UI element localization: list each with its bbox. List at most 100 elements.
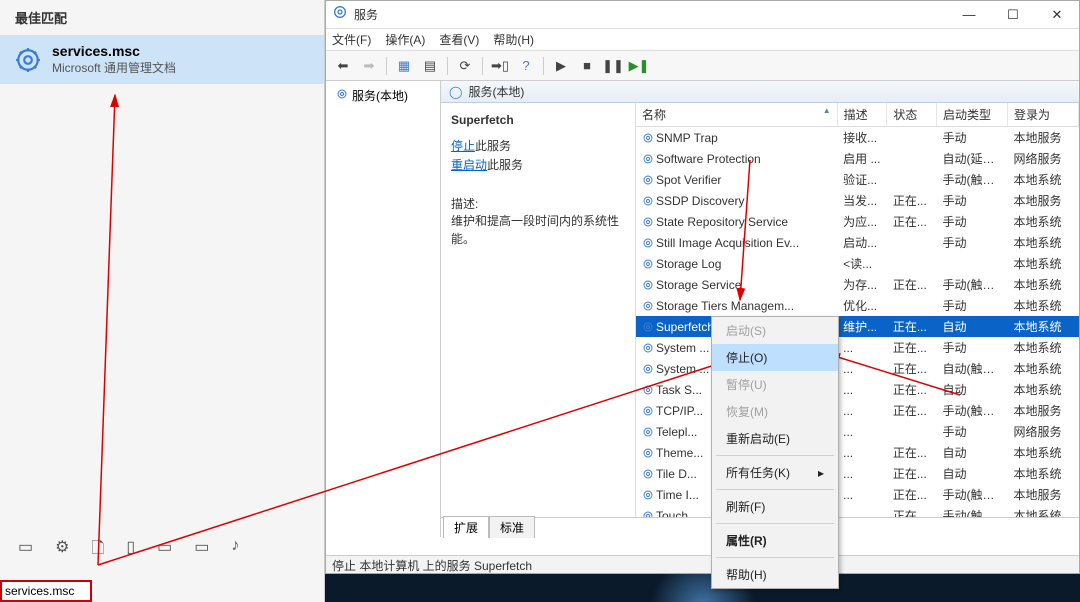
result-title: services.msc (52, 43, 176, 59)
table-row[interactable]: Storage Log<读...本地系统 (636, 253, 1079, 274)
tab-standard[interactable]: 标准 (489, 516, 535, 538)
export-button[interactable]: ➡▯ (489, 55, 511, 77)
statusbar: 停止 本地计算机 上的服务 Superfetch (326, 555, 1079, 573)
help-button[interactable]: ? (515, 55, 537, 77)
settings-icon[interactable]: ⚙ (55, 537, 69, 564)
service-gear-icon (642, 237, 654, 249)
service-gear-icon (642, 216, 654, 228)
window-title: 服务 (354, 6, 947, 23)
stop-button[interactable]: ■ (576, 55, 598, 77)
detail-header: ◯ 服务(本地) (441, 81, 1079, 103)
web-icon[interactable]: ▭ (157, 537, 172, 564)
menu-action[interactable]: 操作(A) (385, 31, 425, 48)
music-icon[interactable]: ♪ (231, 537, 239, 564)
submenu-arrow-icon: ▸ (818, 466, 824, 480)
service-gear-icon (642, 195, 654, 207)
col-desc[interactable]: 描述 (837, 103, 887, 127)
forward-button[interactable]: ➡ (358, 55, 380, 77)
restart-link[interactable]: 重启动 (451, 158, 487, 172)
ctx-refresh[interactable]: 刷新(F) (712, 493, 838, 520)
col-startup[interactable]: 启动类型 (937, 103, 1008, 127)
tree-pane: 服务(本地) (326, 81, 441, 537)
table-row[interactable]: Telepl......手动网络服务 (636, 421, 1079, 442)
service-gear-icon (642, 447, 654, 459)
menubar: 文件(F) 操作(A) 查看(V) 帮助(H) (326, 29, 1079, 51)
service-gear-icon (642, 153, 654, 165)
video-icon[interactable]: ▭ (194, 537, 209, 564)
service-gear-icon (642, 279, 654, 291)
result-text-group: services.msc Microsoft 通用管理文档 (52, 43, 176, 76)
refresh-button[interactable]: ⟳ (454, 55, 476, 77)
ctx-all-tasks-label: 所有任务(K) (726, 464, 790, 481)
search-box[interactable] (0, 580, 92, 602)
col-name[interactable]: 名称 (636, 103, 837, 127)
table-row[interactable]: Theme......正在...自动本地系统 (636, 442, 1079, 463)
services-table[interactable]: 名称 描述 状态 启动类型 登录为 SNMP Trap接收...手动本地服务So… (636, 103, 1079, 517)
service-gear-icon (642, 363, 654, 375)
table-row[interactable]: Storage Tiers Managem...优化...手动本地系统 (636, 295, 1079, 316)
tree-services-local[interactable]: 服务(本地) (332, 85, 434, 106)
table-row[interactable]: Touch......正在...手动(触发...本地系统 (636, 505, 1079, 517)
menu-file[interactable]: 文件(F) (332, 31, 371, 48)
table-row[interactable]: SSDP Discovery当发...正在...手动本地服务 (636, 190, 1079, 211)
table-row[interactable]: Time I......正在...手动(触发...本地服务 (636, 484, 1079, 505)
service-gear-icon (642, 468, 654, 480)
table-row[interactable]: System ......正在...自动(触发...本地系统 (636, 358, 1079, 379)
table-row[interactable]: Spot Verifier验证...手动(触发...本地系统 (636, 169, 1079, 190)
ctx-restart[interactable]: 重新启动(E) (712, 425, 838, 452)
service-gear-icon (642, 258, 654, 270)
search-result-services-msc[interactable]: services.msc Microsoft 通用管理文档 (0, 35, 324, 84)
table-row[interactable]: Still Image Acquisition Ev...启动...手动本地系统 (636, 232, 1079, 253)
services-icon (332, 4, 348, 25)
start-categories: ▭ ⚙ 🗋 ▯ ▭ ▭ ♪ (0, 531, 324, 570)
detail-header-label: 服务(本地) (468, 83, 524, 100)
search-input[interactable] (2, 582, 90, 600)
app-list-icon[interactable]: ▭ (18, 537, 33, 564)
ctx-help[interactable]: 帮助(H) (712, 561, 838, 588)
tab-extended[interactable]: 扩展 (443, 516, 489, 538)
restart-suffix: 此服务 (487, 158, 523, 172)
ctx-all-tasks[interactable]: 所有任务(K) ▸ (712, 459, 838, 486)
table-row[interactable]: Task S......正在...自动本地系统 (636, 379, 1079, 400)
service-gear-icon (642, 426, 654, 438)
stop-suffix: 此服务 (475, 139, 511, 153)
close-button[interactable]: ✕ (1035, 1, 1079, 29)
stop-link[interactable]: 停止 (451, 139, 475, 153)
table-row[interactable]: TCP/IP......正在...手动(触发...本地服务 (636, 400, 1079, 421)
minimize-button[interactable]: — (947, 1, 991, 29)
selected-service-title: Superfetch (451, 113, 625, 127)
titlebar[interactable]: 服务 — ☐ ✕ (326, 1, 1079, 29)
back-arrow-icon[interactable]: ◯ (449, 85, 462, 99)
table-row[interactable]: System ......正在...手动本地系统 (636, 337, 1079, 358)
ctx-start: 启动(S) (712, 317, 838, 344)
service-gear-icon (642, 405, 654, 417)
documents-icon[interactable]: 🗋 (91, 537, 104, 564)
table-row[interactable]: Tile D......正在...自动本地系统 (636, 463, 1079, 484)
restart-button[interactable]: ▶❚ (628, 55, 650, 77)
description-column: Superfetch 停止此服务 重启动此服务 描述: 维护和提高一段时间内的系… (441, 103, 636, 517)
col-logon[interactable]: 登录为 (1007, 103, 1078, 127)
gear-icon (12, 44, 44, 76)
table-row[interactable]: State Repository Service为应...正在...手动本地系统 (636, 211, 1079, 232)
table-row[interactable]: Superfetch维护...正在...自动本地系统 (636, 316, 1079, 337)
service-gear-icon (642, 489, 654, 501)
back-button[interactable]: ⬅ (332, 55, 354, 77)
phone-icon[interactable]: ▯ (126, 537, 135, 564)
ctx-pause: 暂停(U) (712, 371, 838, 398)
pause-button[interactable]: ❚❚ (602, 55, 624, 77)
table-row[interactable]: SNMP Trap接收...手动本地服务 (636, 127, 1079, 149)
ctx-stop[interactable]: 停止(O) (712, 344, 838, 371)
col-status[interactable]: 状态 (887, 103, 937, 127)
menu-view[interactable]: 查看(V) (439, 31, 479, 48)
table-row[interactable]: Storage Service为存...正在...手动(触发...本地系统 (636, 274, 1079, 295)
view-button[interactable]: ▦ (393, 55, 415, 77)
properties-button[interactable]: ▤ (419, 55, 441, 77)
taskbar[interactable] (325, 574, 1080, 602)
service-gear-icon (642, 342, 654, 354)
menu-help[interactable]: 帮助(H) (493, 31, 534, 48)
ctx-properties[interactable]: 属性(R) (712, 527, 838, 554)
maximize-button[interactable]: ☐ (991, 1, 1035, 29)
play-button[interactable]: ▶ (550, 55, 572, 77)
description-label: 描述: (451, 195, 625, 212)
table-row[interactable]: Software Protection启用 ...自动(延迟...网络服务 (636, 148, 1079, 169)
